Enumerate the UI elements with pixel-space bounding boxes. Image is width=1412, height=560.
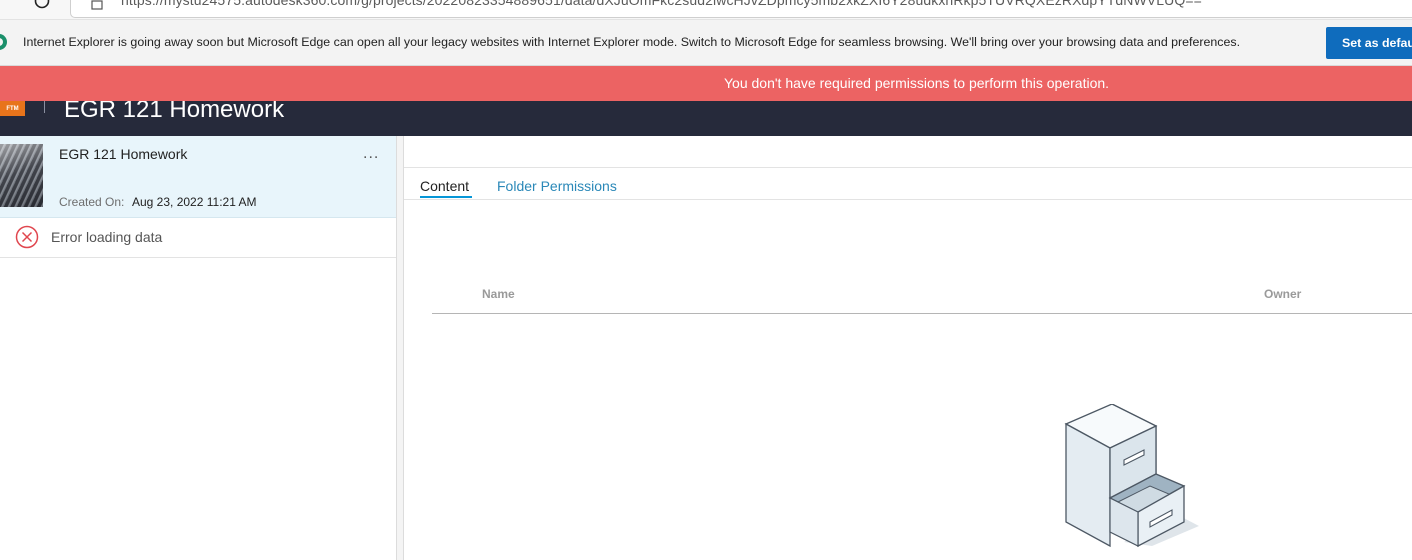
column-header-divider [432, 313, 1412, 314]
panel-splitter[interactable] [396, 136, 404, 560]
reload-icon[interactable] [33, 0, 51, 10]
created-on-label: Created On: [59, 195, 125, 209]
empty-cabinet-illustration [1064, 404, 1199, 548]
project-tree-panel: EGR 121 Homework ... Created On: Aug 23,… [0, 136, 396, 560]
tab-content[interactable]: Content [420, 178, 469, 194]
top-divider [404, 167, 1412, 168]
set-as-default-button[interactable]: Set as default [1326, 27, 1412, 59]
header-divider [44, 99, 45, 113]
content-panel: Content Folder Permissions Name Owner [404, 136, 1412, 560]
project-name[interactable]: EGR 121 Homework [59, 146, 187, 162]
edge-icon [0, 34, 7, 50]
error-banner-message: You don't have required permissions to p… [724, 75, 1110, 91]
error-loading-row: Error loading data [0, 218, 396, 258]
ie-notice-bar: Internet Explorer is going away soon but… [0, 20, 1412, 66]
project-thumbnail [0, 144, 43, 207]
column-header-owner[interactable]: Owner [1264, 287, 1301, 301]
error-loading-text: Error loading data [51, 229, 163, 245]
active-tab-indicator [420, 196, 472, 198]
url-text[interactable]: https://mystu24575.autodesk360.com/g/pro… [121, 0, 1202, 8]
more-icon[interactable]: ... [363, 146, 385, 163]
project-card[interactable]: EGR 121 Homework ... Created On: Aug 23,… [0, 136, 396, 218]
app-root: https://mystu24575.autodesk360.com/g/pro… [0, 0, 1412, 560]
created-on-value: Aug 23, 2022 11:21 AM [132, 195, 257, 209]
permission-error-banner: You don't have required permissions to p… [0, 66, 1412, 101]
column-header-name[interactable]: Name [482, 287, 515, 301]
url-field[interactable]: https://mystu24575.autodesk360.com/g/pro… [70, 0, 1412, 18]
thumbnail-shine [0, 144, 43, 207]
browser-address-bar: https://mystu24575.autodesk360.com/g/pro… [0, 0, 1412, 20]
ie-notice-text: Internet Explorer is going away soon but… [23, 35, 1241, 49]
tabs-divider [404, 199, 1412, 200]
error-circle-icon [15, 225, 39, 249]
tab-folder-permissions[interactable]: Folder Permissions [497, 178, 617, 194]
lock-icon [91, 0, 103, 10]
